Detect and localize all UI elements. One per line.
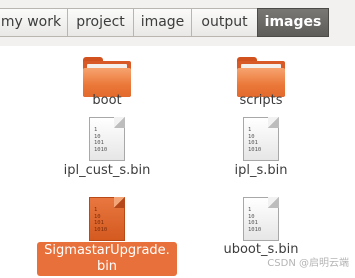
- binary-file-icon: 1 10 101 1010: [89, 197, 125, 241]
- binary-file-icon: 1 10 101 1010: [243, 197, 279, 241]
- file-label: ipl_s.bin: [234, 163, 288, 178]
- folder-icon: [83, 55, 131, 97]
- breadcrumb-images-current[interactable]: images: [257, 8, 329, 37]
- breadcrumb-image[interactable]: image: [133, 8, 191, 37]
- breadcrumb-output[interactable]: output: [191, 8, 257, 37]
- file-label: ipl_cust_s.bin: [63, 163, 151, 178]
- breadcrumb-project[interactable]: project: [67, 8, 133, 37]
- watermark-text: CSDN @启明云端: [267, 258, 349, 269]
- file-label-line2: bin: [96, 259, 118, 274]
- binary-file-icon: 1 10 101 1010: [243, 117, 279, 161]
- location-breadcrumb: my work project image output images: [0, 0, 355, 46]
- breadcrumb-my-work[interactable]: my work: [0, 8, 67, 37]
- pathbar-spacer: [329, 8, 355, 37]
- folder-label: scripts: [239, 93, 283, 108]
- file-label-line1: SigmastarUpgrade.: [44, 243, 170, 258]
- folder-icon: [237, 55, 285, 97]
- folder-label: boot: [92, 93, 122, 108]
- file-label-selected: SigmastarUpgrade. bin: [37, 242, 177, 276]
- binary-file-icon: 1 10 101 1010: [89, 117, 125, 161]
